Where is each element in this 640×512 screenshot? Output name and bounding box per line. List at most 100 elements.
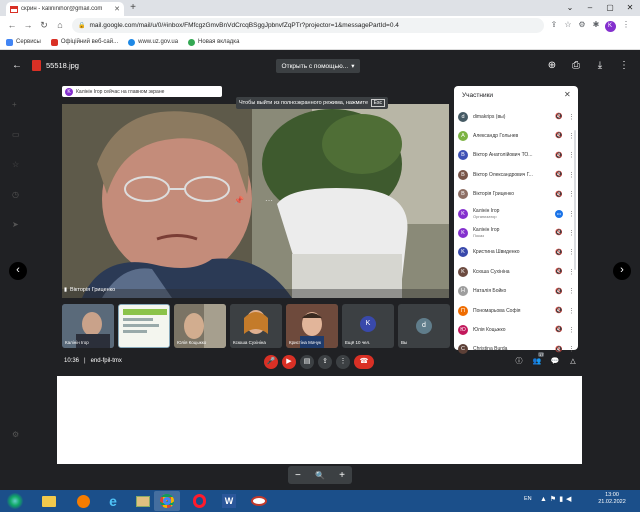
clock[interactable]: 13:00 21.02.2022: [592, 492, 632, 506]
mic-off-icon[interactable]: 🔇: [555, 152, 563, 159]
file-name: 55518.jpg: [46, 61, 79, 70]
opera-taskbar-icon[interactable]: [186, 491, 212, 511]
extension-icon[interactable]: ⚙: [576, 19, 588, 31]
more-options-icon[interactable]: ⋮: [617, 59, 631, 73]
files-taskbar-icon[interactable]: [130, 491, 156, 511]
chat-icon[interactable]: 💬: [548, 355, 562, 369]
participant-row[interactable]: В Вікторія Гриценко 🔇 ⋮: [458, 187, 575, 202]
participant-row[interactable]: B Віктор Анатолійович ТО... 🔇 ⋮: [458, 148, 575, 163]
profile-avatar[interactable]: K: [604, 19, 616, 32]
activities-icon[interactable]: △: [566, 355, 580, 369]
panel-scrollbar[interactable]: [574, 130, 576, 270]
mic-button[interactable]: 🎤: [264, 355, 278, 369]
print-icon[interactable]: ⎙: [569, 59, 583, 73]
puzzle-icon[interactable]: ✱: [590, 19, 602, 31]
close-panel-icon[interactable]: ✕: [564, 90, 571, 99]
mic-off-icon[interactable]: 🔇: [555, 113, 563, 120]
more-options-button[interactable]: ⋮: [336, 355, 350, 369]
mic-off-icon[interactable]: 🔇: [555, 132, 563, 139]
maximize-button[interactable]: ▢: [600, 0, 620, 16]
language-indicator[interactable]: EN: [524, 496, 532, 502]
participant-row[interactable]: C Christina Burda 🔇 ⋮: [458, 342, 575, 357]
home-icon[interactable]: ⌂: [54, 19, 66, 31]
start-button[interactable]: [0, 491, 30, 511]
page-icon: [188, 38, 196, 46]
download-icon[interactable]: ⤓: [593, 59, 607, 73]
thumbnail[interactable]: Калінін Ігор: [62, 304, 114, 348]
back-arrow-icon[interactable]: ←: [10, 59, 24, 73]
reload-icon[interactable]: ↻: [38, 19, 50, 31]
participant-more-icon[interactable]: ⋮: [568, 307, 575, 315]
participant-row[interactable]: П Пономарьова Софія 🔇 ⋮: [458, 303, 575, 318]
thumbnail-more-participants[interactable]: K Ещё 10 чел.: [342, 304, 394, 348]
participant-row[interactable]: В Віктор Олександрович Г... 🔇 ⋮: [458, 167, 575, 182]
info-icon[interactable]: ⓘ: [512, 355, 526, 369]
mic-off-icon[interactable]: 🔇: [555, 346, 563, 353]
bookmark-star-icon[interactable]: ☆: [562, 19, 574, 31]
tab-search-icon[interactable]: ⌄: [560, 0, 580, 16]
word-taskbar-icon[interactable]: W: [216, 491, 242, 511]
zoom-icon[interactable]: 🔍: [315, 471, 325, 480]
thumbnail[interactable]: [118, 304, 170, 348]
thumbnail[interactable]: Кристіна Мачук: [286, 304, 338, 348]
participant-row[interactable]: K Ксюша Сухініна 🔇 ⋮: [458, 264, 575, 279]
participant-row[interactable]: A Александр Гольнев 🔇 ⋮: [458, 128, 575, 143]
close-window-button[interactable]: ✕: [620, 0, 640, 16]
mic-off-icon[interactable]: 🔇: [555, 229, 563, 236]
menu-icon[interactable]: ⋮: [620, 19, 632, 31]
bookmark-new-tab[interactable]: Новая вкладка: [188, 38, 239, 46]
speaking-indicator-icon[interactable]: •••: [555, 209, 563, 218]
participant-row[interactable]: Ю Юлія Коцьжко 🔇 ⋮: [458, 322, 575, 337]
forward-icon[interactable]: →: [22, 19, 34, 31]
participant-more-icon[interactable]: ⋮: [568, 113, 575, 121]
share-icon[interactable]: ⇪: [548, 19, 560, 31]
captions-button[interactable]: ▤: [300, 355, 314, 369]
participant-more-icon[interactable]: ⋮: [568, 345, 575, 353]
chrome-taskbar-icon[interactable]: [154, 491, 180, 511]
participant-row[interactable]: Н Наталія Бойко 🔇 ⋮: [458, 284, 575, 299]
add-to-drive-icon[interactable]: ⊕: [545, 59, 559, 73]
participant-row[interactable]: K Калінін Ігор Организатор ••• ⋮: [458, 206, 575, 221]
bookmark-uz[interactable]: www.uz.gov.ua: [128, 38, 178, 46]
media-player-taskbar-icon[interactable]: [70, 491, 96, 511]
back-icon[interactable]: ←: [6, 19, 18, 31]
previous-image-button[interactable]: ‹: [9, 262, 27, 280]
mic-off-icon[interactable]: 🔇: [555, 288, 563, 295]
meeting-info: 10:36 | end-fpil-tmx: [64, 358, 122, 364]
participant-row[interactable]: K Калінін Ігор Показ 🔇 ⋮: [458, 225, 575, 240]
mic-off-icon[interactable]: 🔇: [555, 326, 563, 333]
bookmark-apps[interactable]: Сервисы: [6, 38, 41, 46]
explorer-taskbar-icon[interactable]: [36, 491, 62, 511]
people-icon[interactable]: 👥: [530, 355, 544, 369]
participant-row[interactable]: d dimakrips (вы) 🔇 ⋮: [458, 109, 575, 124]
open-with-button[interactable]: Открыть с помощью... ▾: [276, 59, 360, 73]
mic-off-icon[interactable]: 🔇: [555, 307, 563, 314]
mic-off-icon[interactable]: 🔇: [555, 171, 563, 178]
presenter-avatar: K: [65, 87, 73, 96]
present-button[interactable]: ⇪: [318, 355, 332, 369]
browser-tab[interactable]: скрин - kalininihor@gmail.com ✕: [6, 2, 124, 16]
minimize-button[interactable]: –: [580, 0, 600, 16]
end-call-button[interactable]: ☎: [354, 355, 374, 369]
mic-off-icon[interactable]: 🔇: [555, 191, 563, 198]
zoom-in-button[interactable]: +: [339, 470, 345, 481]
close-tab-icon[interactable]: ✕: [114, 5, 120, 13]
thumbnail-self[interactable]: d Вы: [398, 304, 450, 348]
next-image-button[interactable]: ›: [613, 262, 631, 280]
new-tab-button[interactable]: +: [127, 2, 139, 14]
camera-button[interactable]: ▶: [282, 355, 296, 369]
participant-row[interactable]: K Кристина Швиденко 🔇 ⋮: [458, 245, 575, 260]
mic-off-icon[interactable]: 🔇: [555, 249, 563, 256]
thumbnail[interactable]: Юлія Коцьжко: [174, 304, 226, 348]
address-bar[interactable]: 🔒 mail.google.com/mail/u/0/#inbox/FMfcgz…: [72, 18, 544, 33]
participant-more-icon[interactable]: ⋮: [568, 326, 575, 334]
participant-more-icon[interactable]: ⋮: [568, 287, 575, 295]
zoom-out-button[interactable]: −: [295, 470, 301, 481]
eye-app-taskbar-icon[interactable]: [246, 491, 272, 511]
bookmark-official-site[interactable]: Офіційний веб-сай...: [50, 38, 118, 46]
ie-taskbar-icon[interactable]: e: [100, 491, 126, 511]
tray-icons[interactable]: ▲⚑▮◀: [540, 495, 574, 503]
participant-name: Пономарьова Софія: [473, 307, 521, 314]
mic-off-icon[interactable]: 🔇: [555, 268, 563, 275]
thumbnail[interactable]: Ксюша Сухініна: [230, 304, 282, 348]
